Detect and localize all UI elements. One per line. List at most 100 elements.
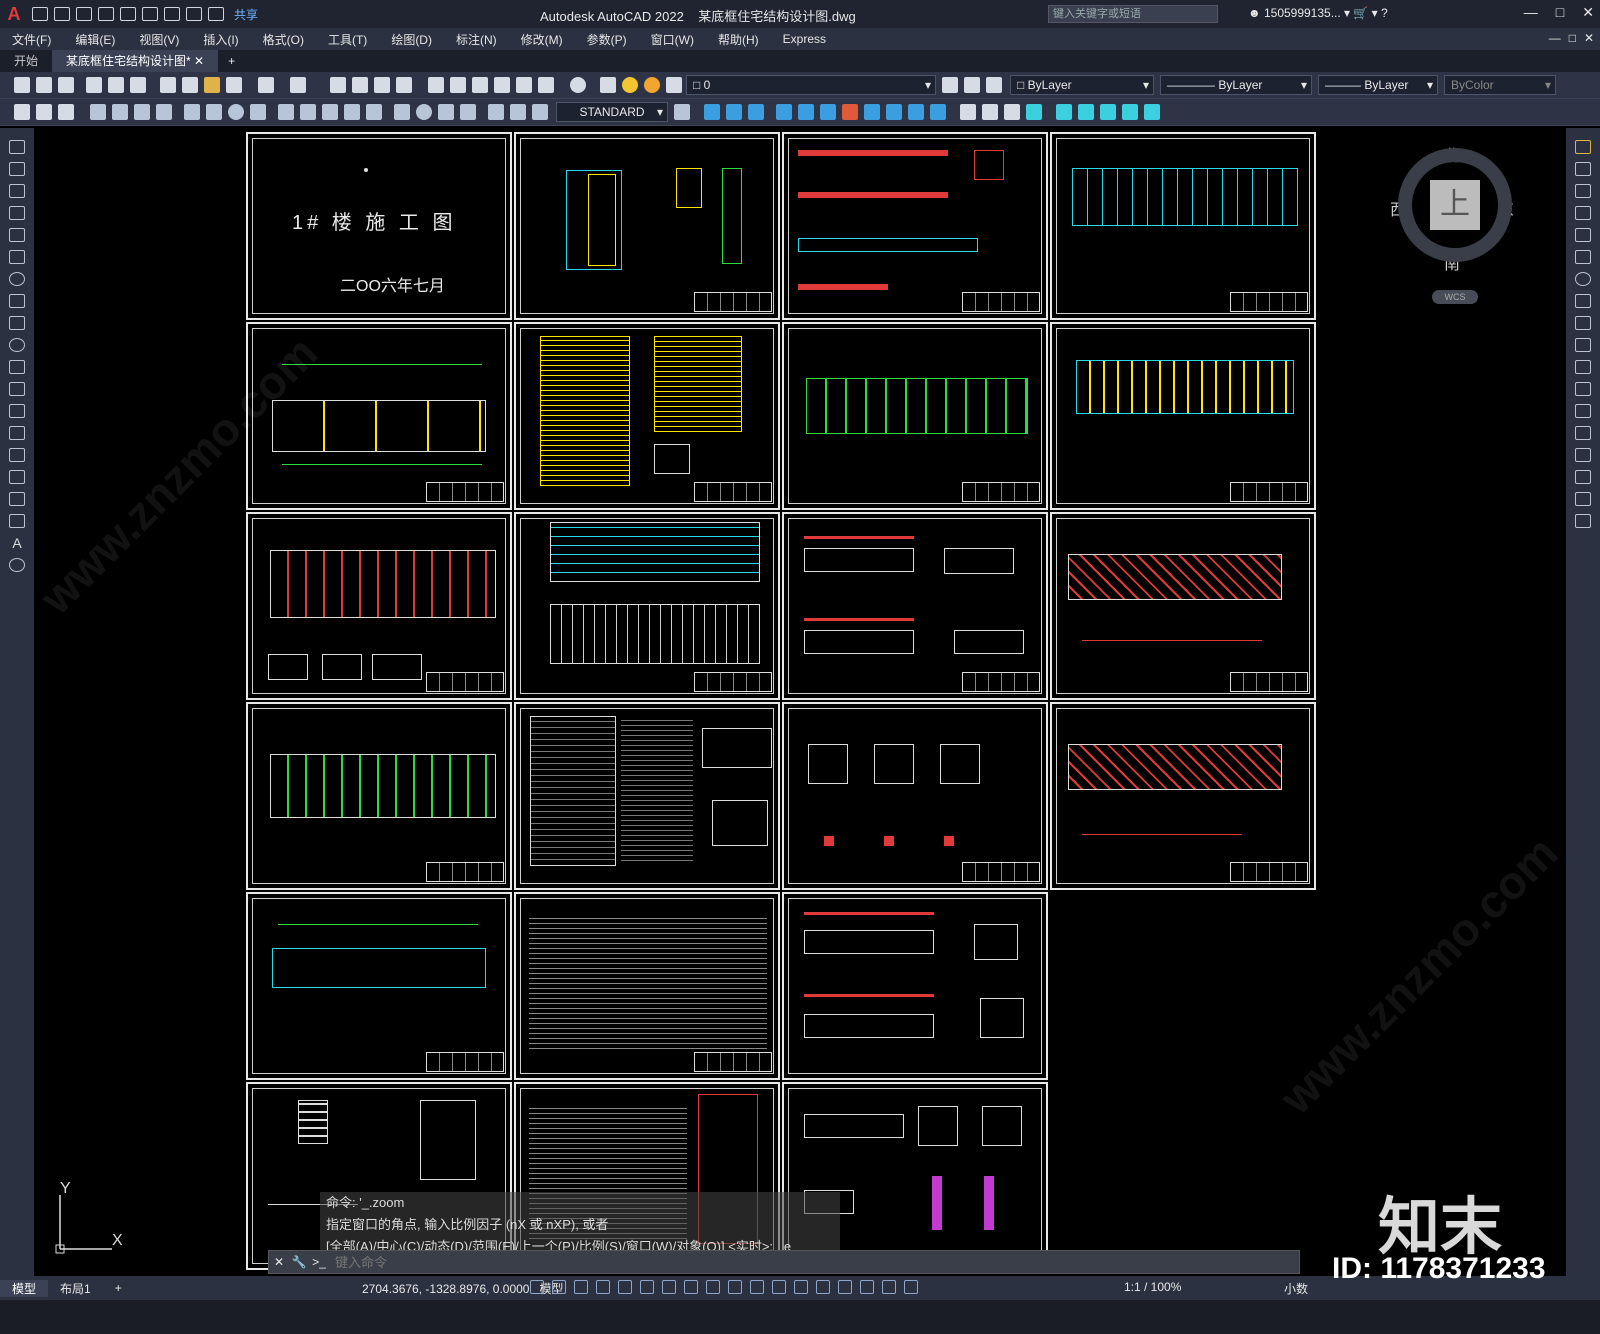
toolbar-icon-2[interactable] — [36, 104, 52, 120]
dimension-edit-icon[interactable] — [488, 104, 504, 120]
text-style-dropdown[interactable]: STANDARD ▾ — [556, 102, 668, 122]
add-selected-icon[interactable] — [9, 558, 25, 572]
radius-dimension-icon[interactable] — [184, 104, 200, 120]
explode-icon[interactable] — [1575, 514, 1591, 528]
3d-wedge-icon[interactable] — [726, 104, 742, 120]
sheet-cover[interactable]: 1# 楼 施 工 图 二OO六年七月 — [246, 132, 512, 320]
angular-dimension-icon[interactable] — [250, 104, 266, 120]
zoom-window-icon[interactable] — [374, 77, 390, 93]
ucs-object-icon[interactable] — [1078, 104, 1094, 120]
toolbar-icon-3[interactable] — [58, 104, 74, 120]
viewcube-compass[interactable]: 上 — [1398, 148, 1512, 262]
center-mark-icon[interactable] — [416, 104, 432, 120]
ucs-origin-icon[interactable] — [1144, 104, 1160, 120]
dimension-space-icon[interactable] — [344, 104, 360, 120]
sheet-roof-plan[interactable] — [1050, 132, 1316, 320]
tab-close-icon[interactable]: ✕ — [194, 54, 204, 68]
sheet-schedules[interactable] — [514, 322, 780, 510]
menu-format[interactable]: 格式(O) — [251, 31, 316, 48]
inspection-icon[interactable] — [438, 104, 454, 120]
dynamic-ucs-icon[interactable] — [816, 1280, 830, 1294]
new-tab-button[interactable]: + — [218, 50, 245, 72]
join-icon[interactable] — [1575, 426, 1591, 440]
customize-icon[interactable]: 🔧 — [289, 1255, 309, 1269]
plot-icon[interactable] — [164, 7, 180, 21]
layout-tab[interactable]: 布局1 — [48, 1280, 103, 1297]
multiline-text-icon[interactable]: A — [9, 536, 25, 550]
point-icon[interactable] — [9, 426, 25, 440]
ordinate-dimension-icon[interactable] — [156, 104, 172, 120]
intersect-icon[interactable] — [908, 104, 924, 120]
sheet-floor-plan-1[interactable] — [782, 322, 1048, 510]
visual-style-2-icon[interactable] — [982, 104, 998, 120]
menu-parametric[interactable]: 参数(P) — [575, 31, 639, 48]
doc-minimize-icon[interactable]: — — [1549, 31, 1561, 45]
layer-previous-icon[interactable] — [964, 77, 980, 93]
sheet-set-icon[interactable] — [494, 77, 510, 93]
break-icon[interactable] — [1575, 404, 1591, 418]
plotstyle-dropdown[interactable]: ByColor ▾ — [1444, 75, 1556, 95]
redo-icon[interactable] — [208, 7, 224, 21]
undo-icon[interactable] — [186, 7, 202, 21]
insert-block-icon[interactable] — [9, 382, 25, 396]
copy-object-icon[interactable] — [1575, 162, 1591, 176]
toolbar-icon-1[interactable] — [14, 104, 30, 120]
layer-dropdown[interactable]: □ 0 ▾ — [686, 75, 936, 95]
menu-modify[interactable]: 修改(M) — [509, 31, 575, 48]
wcs-menu[interactable]: WCS — [1432, 290, 1478, 304]
autocad-logo-icon[interactable]: A — [0, 0, 28, 28]
quickcalc-icon[interactable] — [538, 77, 554, 93]
ortho-icon[interactable] — [618, 1280, 632, 1294]
paste-icon[interactable] — [204, 77, 220, 93]
open-file-icon[interactable] — [54, 7, 70, 21]
extrude-icon[interactable] — [776, 104, 792, 120]
visual-style-1-icon[interactable] — [960, 104, 976, 120]
object-snap-icon[interactable] — [706, 1280, 720, 1294]
ellipse-arc-icon[interactable] — [9, 360, 25, 374]
make-current-icon[interactable] — [942, 77, 958, 93]
zoom-realtime-icon[interactable] — [352, 77, 368, 93]
sheet-slab-reinforcement-2[interactable] — [1050, 702, 1316, 890]
match-properties-icon[interactable] — [226, 77, 242, 93]
jogged-linear-icon[interactable] — [460, 104, 476, 120]
minimize-icon[interactable]: — — [1524, 4, 1538, 21]
zoom-previous-icon[interactable] — [396, 77, 412, 93]
polygon-icon[interactable] — [9, 206, 25, 220]
polyline-icon[interactable] — [9, 184, 25, 198]
subtract-icon[interactable] — [886, 104, 902, 120]
3d-box-icon[interactable] — [704, 104, 720, 120]
design-center-icon[interactable] — [450, 77, 466, 93]
properties-icon[interactable] — [428, 77, 444, 93]
new-file-icon[interactable] — [32, 7, 48, 21]
transparency-icon[interactable] — [750, 1280, 764, 1294]
open-web-icon[interactable] — [120, 7, 136, 21]
menu-edit[interactable]: 编辑(E) — [63, 31, 127, 48]
sheet-section-stair[interactable] — [514, 132, 780, 320]
blend-curves-icon[interactable] — [1575, 492, 1591, 506]
save-web-icon[interactable] — [142, 7, 158, 21]
sheet-beam-details-2[interactable] — [782, 512, 1048, 700]
sheet-roof-truss[interactable] — [246, 892, 512, 1080]
save-icon[interactable] — [58, 77, 74, 93]
layer-freeze-icon[interactable] — [644, 77, 660, 93]
menu-draw[interactable]: 绘图(D) — [379, 31, 444, 48]
circle-icon[interactable] — [9, 272, 25, 286]
isodraft-icon[interactable] — [662, 1280, 676, 1294]
fillet-icon[interactable] — [1575, 470, 1591, 484]
annotation-visibility-icon[interactable] — [882, 1280, 896, 1294]
make-block-icon[interactable] — [9, 404, 25, 418]
layer-properties-icon[interactable] — [600, 77, 616, 93]
user-account[interactable]: ☻ 1505999135... ▾ 🛒 ▾ ? — [1248, 6, 1388, 20]
ucs-icon[interactable] — [1026, 104, 1042, 120]
close-icon[interactable]: ✕ — [1582, 4, 1594, 21]
open-icon[interactable] — [36, 77, 52, 93]
line-icon[interactable] — [9, 140, 25, 154]
grid-icon[interactable] — [530, 1280, 544, 1294]
tab-start[interactable]: 开始 — [0, 50, 52, 72]
menu-help[interactable]: 帮助(H) — [706, 31, 771, 48]
ellipse-icon[interactable] — [9, 338, 25, 352]
layer-states-icon[interactable] — [986, 77, 1002, 93]
sheet-beam-details[interactable] — [782, 132, 1048, 320]
dimension-style-icon[interactable] — [674, 104, 690, 120]
continue-dimension-icon[interactable] — [322, 104, 338, 120]
